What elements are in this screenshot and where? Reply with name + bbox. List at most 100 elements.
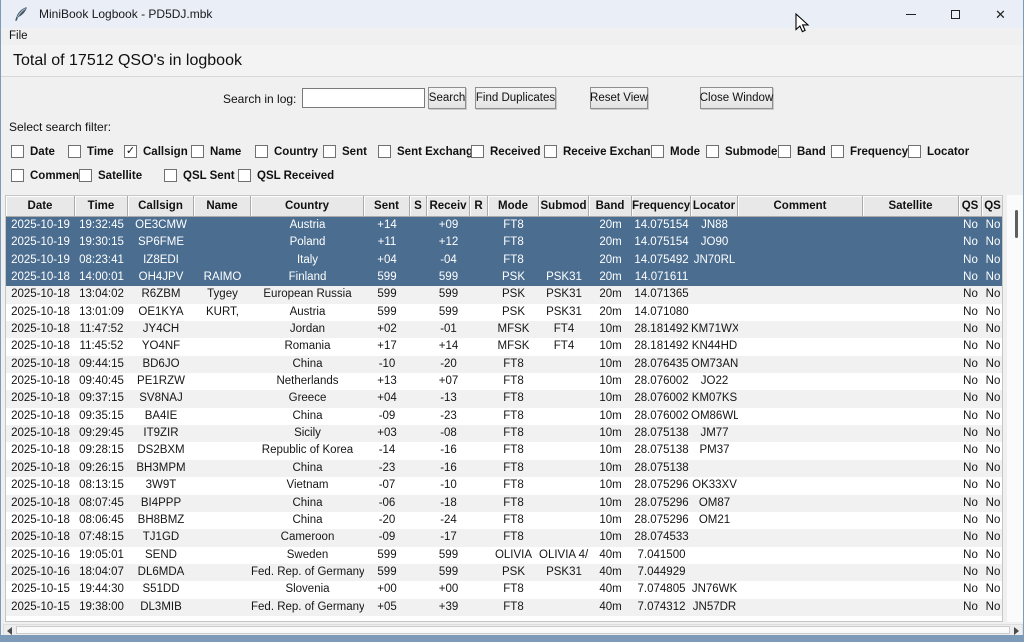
column-header-qsl-sent[interactable]: QS [959, 196, 982, 217]
column-header-locator[interactable]: Locator [691, 196, 738, 217]
menu-file[interactable]: File [9, 28, 28, 45]
cell-qsl-sent: No [959, 564, 982, 581]
table-row[interactable]: 2025-10-1809:28:15DS2BXMRepublic of Kore… [6, 442, 1002, 459]
scroll-right-icon[interactable] [1014, 627, 1019, 635]
column-header-country[interactable]: Country [251, 196, 364, 217]
filter-checkbox-received[interactable]: Received [471, 145, 541, 158]
cell-sent: -09 [364, 408, 410, 425]
table-row[interactable]: 2025-10-1813:04:02R6ZBMTygeyEuropean Rus… [6, 286, 1002, 303]
table-row[interactable]: 2025-10-1809:40:45PE1RZWNetherlands+13+0… [6, 373, 1002, 390]
cell-locator: JO90 [691, 234, 738, 251]
column-header-qsl-received[interactable]: QS [982, 196, 1003, 217]
column-header-date[interactable]: Date [6, 196, 75, 217]
cell-submode [539, 252, 589, 269]
filter-checkbox-qsl-received[interactable]: QSL Received [238, 169, 334, 182]
close-window-button[interactable]: Close Window [700, 87, 773, 109]
search-button[interactable]: Search [428, 87, 466, 109]
table-row[interactable]: 2025-10-1919:32:45OE3CMWAustria+14+09FT8… [6, 217, 1002, 234]
column-header-time[interactable]: Time [75, 196, 128, 217]
cell-submode: OLIVIA 4/5 [539, 547, 589, 564]
table-row[interactable]: 2025-10-1519:38:00DL3MIBFed. Rep. of Ger… [6, 599, 1002, 616]
filter-checkbox-receive-exchange[interactable]: Receive Exchange [544, 145, 664, 158]
table-row[interactable]: 2025-10-1809:35:15BA4IEChina-09-23FT810m… [6, 408, 1002, 425]
cell-callsign: BA4IE [128, 408, 194, 425]
filter-checkbox-country[interactable]: Country [255, 145, 318, 158]
cell-callsign: BH8BMZ [128, 512, 194, 529]
table-row[interactable]: 2025-10-1811:45:52YO4NFRomania+17+14MFSK… [6, 338, 1002, 355]
column-header-comment[interactable]: Comment [738, 196, 863, 217]
filter-checkbox-qsl-sent[interactable]: QSL Sent [164, 169, 235, 182]
cell-received: +00 [427, 581, 470, 598]
reset-view-button[interactable]: Reset View [590, 87, 648, 109]
cell-receive-exchange [470, 321, 488, 338]
column-header-satellite[interactable]: Satellite [863, 196, 959, 217]
find-duplicates-button[interactable]: Find Duplicates [475, 87, 556, 109]
table-row[interactable]: 2025-10-1908:23:41IZ8EDIItaly+04-04FT820… [6, 252, 1002, 269]
filter-checkbox-comment[interactable]: Comment [11, 169, 83, 182]
column-header-received[interactable]: Receiv [427, 196, 470, 217]
column-header-mode[interactable]: Mode [488, 196, 539, 217]
cell-satellite [863, 547, 959, 564]
table-row[interactable]: 2025-10-1519:44:30S51DDSlovenia+00+00FT8… [6, 581, 1002, 598]
table-row[interactable]: 2025-10-1808:13:153W9TVietnam-07-10FT810… [6, 477, 1002, 494]
close-button[interactable]: ✕ [978, 0, 1023, 28]
cell-receive-exchange [470, 338, 488, 355]
filter-checkbox-band[interactable]: Band [778, 145, 826, 158]
checkbox-label: Time [87, 146, 114, 158]
table-row[interactable]: 2025-10-1813:01:09OE1KYAKURT,Austria5995… [6, 304, 1002, 321]
cell-band: 10m [589, 529, 632, 546]
table-row[interactable]: 2025-10-1814:00:01OH4JPVRAIMOFinland5995… [6, 269, 1002, 286]
table-row[interactable]: 2025-10-1809:26:15BH3MPMChina-23-16FT810… [6, 460, 1002, 477]
column-header-band[interactable]: Band [589, 196, 632, 217]
table-row[interactable]: 2025-10-1809:29:45IT9ZIRSicily+03-08FT81… [6, 425, 1002, 442]
column-header-submode[interactable]: Submod [539, 196, 589, 217]
cell-date: 2025-10-18 [6, 460, 75, 477]
table-row[interactable]: 2025-10-1811:47:52JY4CHJordan+02-01MFSKF… [6, 321, 1002, 338]
cell-receive-exchange [470, 408, 488, 425]
filter-checkbox-submode[interactable]: Submode [706, 145, 777, 158]
filter-checkbox-name[interactable]: Name [191, 145, 241, 158]
cell-sent-exchange [410, 217, 427, 234]
filter-checkbox-locator[interactable]: Locator [908, 145, 969, 158]
cell-callsign: BD6JO [128, 356, 194, 373]
cell-qsl-received: No [982, 234, 1003, 251]
filter-checkbox-callsign[interactable]: ✓Callsign [124, 145, 188, 158]
cell-name: RAIMO [194, 269, 251, 286]
filter-checkbox-sent-exchange[interactable]: Sent Exchange [378, 145, 479, 158]
table-row[interactable]: 2025-10-1618:04:07DL6MDAFed. Rep. of Ger… [6, 564, 1002, 581]
table-row[interactable]: 2025-10-1807:48:15TJ1GDCameroon-09-17FT8… [6, 529, 1002, 546]
column-header-callsign[interactable]: Callsign [128, 196, 194, 217]
table-row[interactable]: 2025-10-1919:30:15SP6FMEPoland+11+12FT82… [6, 234, 1002, 251]
column-header-frequency[interactable]: Frequency [632, 196, 691, 217]
vertical-scrollbar-thumb[interactable] [1015, 210, 1018, 238]
table-row[interactable]: 2025-10-1808:06:45BH8BMZChina-20-24FT810… [6, 512, 1002, 529]
minimize-button[interactable] [888, 0, 933, 28]
scroll-left-icon[interactable] [7, 627, 12, 635]
filter-checkbox-satellite[interactable]: Satellite [79, 169, 142, 182]
checkbox-label: Received [490, 146, 541, 158]
table-row[interactable]: 2025-10-1808:07:45BI4PPPChina-06-18FT810… [6, 495, 1002, 512]
cell-band: 10m [589, 408, 632, 425]
cell-mode: FT8 [488, 581, 539, 598]
column-header-name[interactable]: Name [194, 196, 251, 217]
horizontal-scrollbar-thumb[interactable] [16, 626, 1010, 634]
table-row[interactable]: 2025-10-1809:37:15SV8NAJGreece+04-13FT81… [6, 390, 1002, 407]
filter-checkbox-frequency[interactable]: Frequency [831, 145, 908, 158]
column-header-sent-exchange[interactable]: S [410, 196, 427, 217]
horizontal-scrollbar[interactable] [3, 624, 1023, 635]
filter-checkbox-date[interactable]: Date [11, 145, 55, 158]
checkbox-label: Satellite [98, 170, 142, 182]
maximize-button[interactable] [933, 0, 978, 28]
table-row[interactable]: 2025-10-1809:44:15BD6JOChina-10-20FT810m… [6, 356, 1002, 373]
column-header-sent[interactable]: Sent [364, 196, 410, 217]
column-header-receive-exchange[interactable]: R [470, 196, 488, 217]
cell-name [194, 252, 251, 269]
filter-checkbox-sent[interactable]: Sent [323, 145, 367, 158]
vertical-scrollbar[interactable] [1007, 195, 1023, 622]
cell-received: -10 [427, 477, 470, 494]
cell-qsl-received: No [982, 460, 1003, 477]
filter-checkbox-time[interactable]: Time [68, 145, 114, 158]
table-row[interactable]: 2025-10-1619:05:01SENDSweden599599OLIVIA… [6, 547, 1002, 564]
filter-checkbox-mode[interactable]: Mode [651, 145, 700, 158]
search-input[interactable] [302, 88, 425, 108]
